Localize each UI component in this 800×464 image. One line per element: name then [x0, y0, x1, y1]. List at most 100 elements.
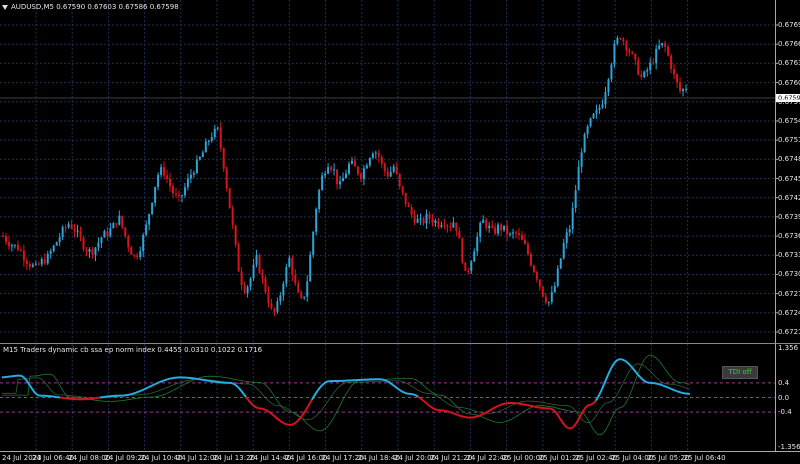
- indicator-fast-line-seg: [607, 370, 611, 376]
- candle-body: [541, 286, 544, 297]
- indicator-fast-line-seg: [403, 391, 407, 395]
- indicator-fast-line-seg: [601, 383, 605, 390]
- indicator-fast-line-seg: [139, 389, 143, 393]
- indicator-fast-line-seg: [35, 392, 39, 396]
- candle-body: [565, 232, 568, 244]
- candle-body: [31, 264, 34, 267]
- indicator-fast-line-seg: [305, 405, 309, 411]
- candle-body: [503, 225, 506, 231]
- candle-body: [246, 286, 249, 293]
- indicator-fast-line-seg: [481, 412, 485, 416]
- candle-body: [356, 166, 359, 174]
- candle-body: [273, 308, 276, 312]
- candle-body: [264, 277, 267, 293]
- candle-body: [2, 236, 4, 238]
- candle-body: [249, 278, 252, 287]
- collapse-triangle-icon[interactable]: [2, 4, 8, 10]
- candle-body: [43, 259, 46, 264]
- candle-body: [416, 219, 419, 223]
- candle-body: [252, 264, 255, 279]
- candle-body: [452, 222, 455, 228]
- candle-body: [25, 260, 28, 264]
- indicator-fast-line-seg: [609, 366, 613, 372]
- candle-body: [7, 241, 10, 247]
- candle-body: [130, 247, 133, 255]
- candle-body: [395, 166, 398, 174]
- candle-body: [682, 89, 685, 92]
- indicator-fast-line-seg: [297, 417, 301, 422]
- price-axis-label: 0.67635: [778, 59, 800, 68]
- candle-body: [216, 127, 219, 129]
- candle-body: [85, 249, 88, 252]
- chart-canvas[interactable]: [0, 0, 800, 464]
- candle-body: [520, 234, 523, 240]
- price-axis-label: 0.67515: [778, 136, 800, 145]
- candle-body: [231, 208, 234, 226]
- indicator-fast-line-seg: [133, 391, 137, 395]
- indicator-fast-line-seg: [631, 366, 635, 371]
- indicator-fast-line-seg: [23, 376, 27, 381]
- candle-body: [303, 296, 306, 298]
- indicator-fast-line-seg: [309, 399, 313, 404]
- indicator-fast-line-seg: [385, 379, 389, 383]
- indicator-fast-line-seg: [389, 382, 393, 386]
- candle-body: [523, 239, 526, 244]
- candle-body: [100, 237, 103, 243]
- candle-body: [136, 255, 139, 258]
- tdi-toggle-button[interactable]: TDI off: [722, 366, 758, 379]
- indicator-fast-line-seg: [433, 407, 437, 411]
- candle-body: [207, 140, 210, 142]
- candle-body: [192, 173, 195, 175]
- indicator-fast-line-seg: [419, 397, 423, 401]
- candle-body: [550, 292, 553, 302]
- candle-body: [634, 53, 637, 60]
- candle-body: [336, 169, 339, 185]
- indicator-fast-line-seg: [491, 407, 495, 411]
- indicator-fast-line-seg: [137, 390, 141, 393]
- candle-body: [97, 242, 100, 248]
- candle-body: [204, 141, 207, 153]
- candle-body: [180, 195, 183, 197]
- candle-body: [10, 245, 13, 247]
- candle-body: [124, 227, 127, 237]
- candle-body: [422, 218, 425, 224]
- candle-body: [509, 233, 512, 235]
- indicator-axis-label: -1.356: [778, 443, 800, 451]
- candle-body: [222, 148, 225, 169]
- candle-body: [637, 59, 640, 75]
- indicator-fast-line-seg: [279, 419, 283, 423]
- indicator-fast-line-seg: [303, 409, 307, 414]
- indicator-fast-line-seg: [253, 405, 257, 409]
- candle-body: [479, 223, 482, 237]
- candle-body: [580, 152, 583, 167]
- candle-body: [643, 71, 646, 78]
- candle-body: [371, 153, 374, 158]
- candle-body: [255, 254, 258, 265]
- indicator-fast-line-seg: [663, 384, 667, 388]
- indicator-fast-line-seg: [255, 406, 259, 410]
- indicator-fast-line-seg: [313, 392, 317, 397]
- indicator-fast-line-seg: [435, 408, 439, 412]
- candle-body: [500, 224, 503, 231]
- indicator-fast-line-seg: [273, 415, 277, 419]
- candle-body: [679, 82, 682, 92]
- indicator-fast-line-seg: [325, 380, 329, 384]
- candle-body: [583, 134, 586, 153]
- candle-body: [76, 230, 79, 232]
- indicator-fast-line-seg: [563, 423, 567, 428]
- indicator-fast-line-seg: [157, 381, 161, 384]
- indicator-fast-line-seg: [401, 390, 405, 394]
- indicator-fast-line-seg: [25, 379, 29, 384]
- price-axis-label: 0.67605: [778, 78, 800, 87]
- indicator-title: M15 Traders dynamic cb ssa ep norm index…: [3, 346, 263, 354]
- indicator-fast-line-seg: [477, 414, 481, 418]
- indicator-fast-line-seg: [271, 413, 275, 417]
- indicator-fast-line-seg: [485, 410, 489, 414]
- candle-body: [82, 237, 85, 250]
- candle-body: [333, 169, 336, 171]
- candle-body: [327, 167, 330, 174]
- candle-body: [476, 236, 479, 252]
- candle-body: [270, 303, 273, 309]
- indicator-fast-line-seg: [423, 400, 427, 404]
- candle-body: [592, 113, 595, 119]
